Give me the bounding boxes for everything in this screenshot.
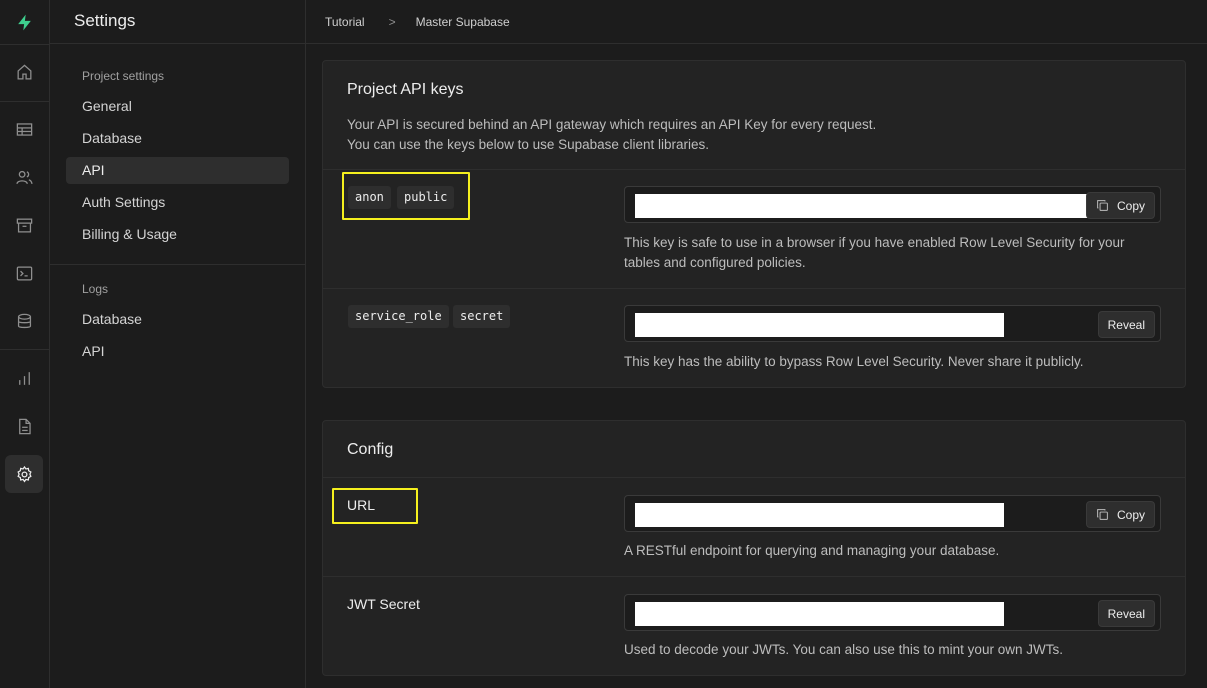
sidebar-item-billing-usage[interactable]: Billing & Usage — [66, 221, 289, 248]
anon-key-redacted — [635, 194, 1093, 218]
jwt-secret-redacted — [635, 602, 1004, 626]
url-help: A RESTful endpoint for querying and mana… — [624, 543, 1000, 558]
copy-url-label: Copy — [1116, 507, 1145, 522]
sidebar-item-logs-database[interactable]: Database — [66, 306, 289, 333]
reveal-jwt-secret-button[interactable]: Reveal — [1097, 600, 1155, 627]
bolt-logo-icon[interactable] — [5, 3, 43, 41]
service-role-tag: service_role — [348, 305, 449, 328]
anon-key-help: This key is safe to use in a browser if … — [624, 235, 1125, 270]
sidebar-title: Settings — [50, 0, 305, 44]
url-redacted — [635, 503, 1004, 527]
terminal-icon[interactable] — [5, 254, 43, 292]
home-icon[interactable] — [5, 53, 43, 91]
secret-tag: secret — [453, 305, 511, 328]
config-title: Config — [347, 441, 394, 458]
copy-icon — [1097, 200, 1108, 211]
jwt-secret-label: JWT Secret — [347, 596, 420, 612]
service-role-key-redacted — [635, 313, 1004, 337]
sidebar-divider — [50, 264, 305, 265]
breadcrumb-separator: > — [388, 14, 396, 29]
copy-anon-key-button[interactable]: Copy — [1085, 192, 1155, 219]
sidebar-item-auth-settings[interactable]: Auth Settings — [66, 189, 289, 216]
api-keys-description-line2: You can use the keys below to use Supaba… — [347, 137, 709, 152]
sidebar-item-general[interactable]: General — [66, 93, 289, 120]
settings-icon[interactable] — [5, 455, 43, 493]
anon-key-field[interactable]: Copy — [624, 186, 1161, 223]
reports-icon[interactable] — [5, 359, 43, 397]
breadcrumb-master-supabase[interactable]: Master Supabase — [416, 15, 510, 29]
database-icon[interactable] — [5, 302, 43, 340]
users-icon[interactable] — [5, 158, 43, 196]
settings-sidebar: Settings Project settings General Databa… — [50, 0, 306, 688]
icon-rail — [0, 0, 50, 688]
breadcrumb-tutorial[interactable]: Tutorial — [325, 15, 365, 29]
jwt-secret-field[interactable]: Reveal — [624, 594, 1161, 631]
anon-highlight-box — [342, 172, 470, 220]
url-highlight-box — [332, 488, 418, 524]
config-panel: Config URL Copy A RESTful endpoint for q… — [322, 420, 1186, 676]
sidebar-item-api[interactable]: API — [66, 157, 289, 184]
reveal-service-role-label: Reveal — [1107, 317, 1145, 332]
url-field[interactable]: Copy — [624, 495, 1161, 532]
docs-icon[interactable] — [5, 407, 43, 445]
breadcrumb: Tutorial > Master Supabase — [306, 0, 1207, 44]
reveal-service-role-button[interactable]: Reveal — [1097, 311, 1155, 338]
sidebar-item-database[interactable]: Database — [66, 125, 289, 152]
sidebar-item-logs-api[interactable]: API — [66, 338, 289, 365]
table-editor-icon[interactable] — [5, 110, 43, 148]
api-keys-title: Project API keys — [347, 81, 464, 98]
copy-url-button[interactable]: Copy — [1085, 501, 1155, 528]
service-role-help: This key has the ability to bypass Row L… — [624, 354, 1084, 369]
api-keys-description: Your API is secured behind an API gatewa… — [347, 115, 876, 155]
api-keys-panel: Project API keys Your API is secured beh… — [322, 60, 1186, 388]
project-settings-label: Project settings — [82, 69, 165, 83]
service-role-key-field[interactable]: Reveal — [624, 305, 1161, 342]
copy-anon-key-label: Copy — [1116, 198, 1145, 213]
logs-label: Logs — [82, 282, 109, 296]
api-keys-description-line1: Your API is secured behind an API gatewa… — [347, 117, 877, 132]
storage-icon[interactable] — [5, 206, 43, 244]
main-content: Tutorial > Master Supabase Project API k… — [306, 0, 1207, 688]
copy-icon — [1097, 509, 1108, 520]
reveal-jwt-secret-label: Reveal — [1107, 606, 1145, 621]
jwt-secret-help: Used to decode your JWTs. You can also u… — [624, 642, 1063, 657]
app-window: Settings Project settings General Databa… — [0, 0, 1207, 688]
